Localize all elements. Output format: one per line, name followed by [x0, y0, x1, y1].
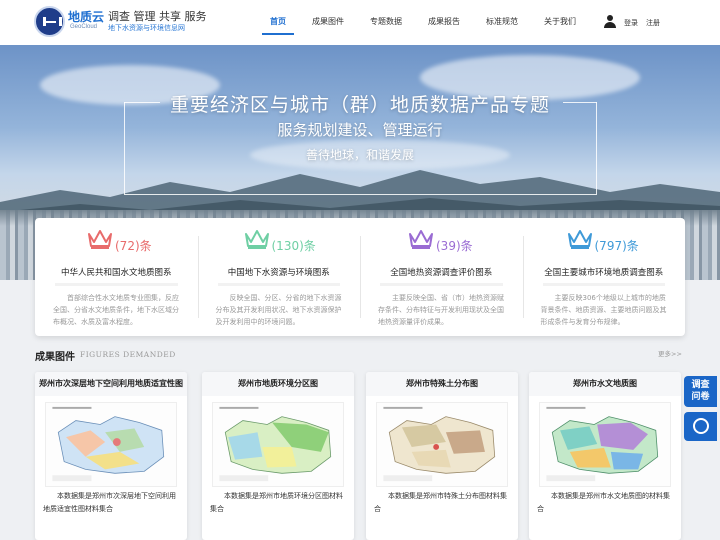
divider	[542, 283, 665, 286]
nav-home[interactable]: 首页	[257, 0, 299, 45]
section-title: 成果图件	[35, 352, 75, 363]
qq-button[interactable]	[684, 412, 717, 441]
logo-emblem-icon[interactable]	[34, 6, 65, 37]
map-desc: 本数据集是郑州市水文地质图的材料集合	[537, 492, 670, 513]
map-card[interactable]: 郑州市次深层地下空间利用地质适宜性图 本数据集是郑州市次深层地下空间利用地质适宜…	[35, 372, 187, 540]
category-desc: 反映全国、分区、分省的地下水资源分布及其开发利用状况、地下水资源保护及开发利用中…	[215, 294, 342, 326]
crown-icon	[244, 230, 269, 249]
map-card[interactable]: 郑州市地质环境分区图 本数据集是郑州市地质环境分区图材料集合	[202, 372, 354, 540]
nav-standards[interactable]: 标准规范	[473, 0, 531, 45]
map-card[interactable]: 郑州市特殊土分布图 本数据集是郑州市特殊土分布图材料集合	[366, 372, 518, 540]
nav-topic-data[interactable]: 专题数据	[357, 0, 415, 45]
crown-icon	[88, 230, 112, 249]
map-desc: 本数据集是郑州市次深层地下空间利用地质适宜性图材料集合	[43, 492, 176, 513]
more-link[interactable]: 更多>>	[658, 348, 682, 358]
map-thumbnail[interactable]	[539, 402, 671, 487]
category-desc: 首部综合性水文地质专业图集，反应全国、分省水文地质条件，地下水区域分布概况、水质…	[53, 294, 179, 326]
slogan-sub: 地下水资源与环境信息网	[108, 24, 185, 32]
main-nav: 首页 成果图件 专题数据 成果报告 标准规范 关于我们	[257, 0, 589, 45]
category-card[interactable]: (797)条 全国主要城市环境地质调查图系 主要反映306个地级以上城市的地质背…	[522, 218, 686, 336]
map-thumbnail[interactable]	[376, 402, 508, 487]
nav-reports[interactable]: 成果报告	[415, 0, 473, 45]
map-title: 郑州市水文地质图	[529, 372, 681, 396]
map-title: 郑州市特殊土分布图	[366, 372, 518, 396]
crown-icon	[409, 230, 433, 249]
category-card[interactable]: (130)条 中国地下水资源与环境图系 反映全国、分区、分省的地下水资源分布及其…	[197, 218, 361, 336]
map-desc: 本数据集是郑州市特殊土分布图材料集合	[374, 492, 507, 513]
survey-button[interactable]: 调查问卷	[684, 376, 717, 407]
map-desc: 本数据集是郑州市地质环境分区图材料集合	[210, 492, 343, 513]
crown-icon	[567, 230, 592, 249]
banner-tagline: 善待地球，和谐发展	[305, 148, 414, 162]
map-card[interactable]: 郑州市水文地质图 本数据集是郑州市水文地质图的材料集合	[529, 372, 681, 540]
section-title-en: FIGURES DEMANDED	[80, 350, 176, 359]
map-thumbnail[interactable]	[212, 402, 344, 487]
category-card[interactable]: (39)条 全国地热资源调查评价图系 主要反映全国、省（市）地热资源赋存条件、分…	[360, 218, 523, 336]
banner-title: 重要经济区与城市（群）地质数据产品专题	[169, 94, 550, 116]
map-thumbnail[interactable]	[45, 402, 177, 487]
qq-icon	[693, 418, 709, 434]
register-link[interactable]: 注册	[646, 18, 660, 28]
map-title: 郑州市地质环境分区图	[202, 372, 354, 396]
top-header: 地质云 GeoCloud 调查 管理 共享 服务 地下水资源与环境信息网 首页 …	[0, 0, 720, 45]
survey-label: 调查问卷	[691, 380, 710, 402]
slogan: 调查 管理 共享 服务	[108, 10, 207, 23]
category-panel: (72)条 中华人民共和国水文地质图系 首部综合性水文地质专业图集，反应全国、分…	[35, 218, 685, 336]
nav-about[interactable]: 关于我们	[531, 0, 589, 45]
category-title: 全国地热资源调查评价图系	[390, 268, 493, 278]
logo-text[interactable]: 地质云	[68, 8, 104, 25]
category-card[interactable]: (72)条 中华人民共和国水文地质图系 首部综合性水文地质专业图集，反应全国、分…	[35, 218, 198, 336]
category-count: (72)条	[115, 239, 152, 253]
logo-sub: GeoCloud	[70, 24, 98, 30]
divider	[55, 283, 178, 286]
nav-figures[interactable]: 成果图件	[299, 0, 357, 45]
login-link[interactable]: 登录	[624, 18, 638, 28]
category-title: 中国地下水资源与环境图系	[227, 268, 330, 278]
category-desc: 主要反映306个地级以上城市的地质背景条件、地质资源、主要地质问题及其形成条件与…	[540, 294, 667, 326]
category-count: (39)条	[436, 239, 473, 253]
category-count: (797)条	[594, 239, 639, 253]
user-icon[interactable]	[604, 15, 616, 28]
category-count: (130)条	[271, 239, 316, 253]
divider	[217, 283, 340, 286]
category-title: 中华人民共和国水文地质图系	[60, 268, 172, 278]
category-desc: 主要反映全国、省（市）地热资源赋存条件、分布特征与开发利用现状及全国地热资源量评…	[378, 294, 504, 326]
map-title: 郑州市次深层地下空间利用地质适宜性图	[35, 372, 187, 396]
category-title: 全国主要城市环境地质调查图系	[544, 268, 664, 278]
divider	[380, 283, 503, 286]
banner-subtitle: 服务规划建设、管理运行	[277, 121, 443, 139]
